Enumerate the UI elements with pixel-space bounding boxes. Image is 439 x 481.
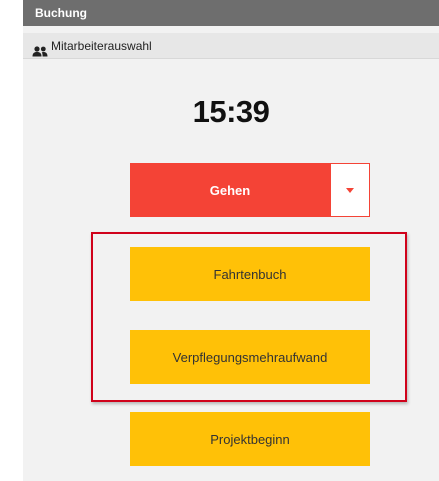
gehen-dropdown-toggle[interactable] <box>330 163 370 217</box>
window-title: Buchung <box>23 0 439 26</box>
booking-panel: Buchung Mitarbeiterauswahl 15:39 Gehen F… <box>23 0 439 481</box>
gehen-button[interactable]: Gehen <box>130 163 330 217</box>
caret-down-icon <box>346 187 354 193</box>
fahrtenbuch-button[interactable]: Fahrtenbuch <box>130 247 370 301</box>
employee-selection-bar[interactable]: Mitarbeiterauswahl <box>23 33 439 59</box>
projektbeginn-button[interactable]: Projektbeginn <box>130 412 370 466</box>
employee-selection-label: Mitarbeiterauswahl <box>51 38 152 53</box>
users-icon <box>32 40 48 57</box>
clock-display: 15:39 <box>192 94 270 129</box>
verpflegungsmehraufwand-button[interactable]: Verpflegungsmehraufwand <box>130 330 370 384</box>
gehen-split-button: Gehen <box>130 163 370 217</box>
